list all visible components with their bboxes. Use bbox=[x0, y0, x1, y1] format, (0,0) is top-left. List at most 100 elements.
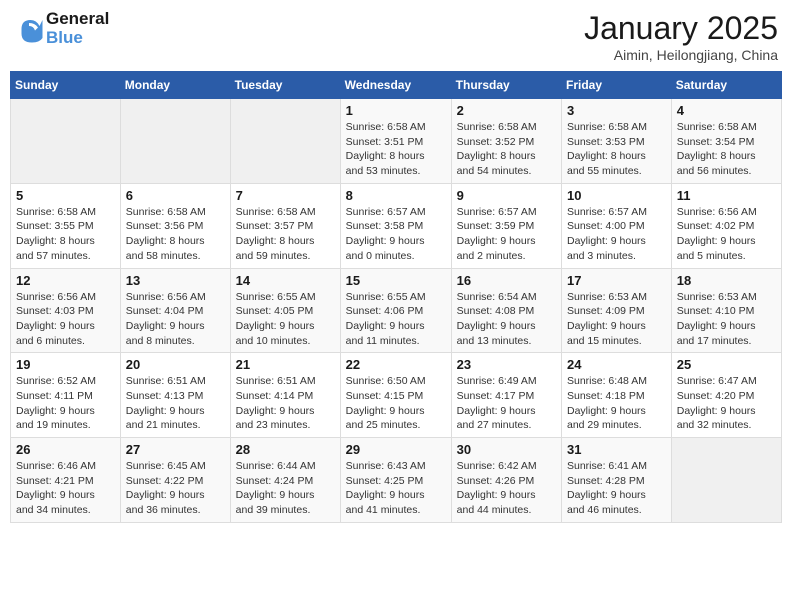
day-number: 26 bbox=[16, 442, 115, 457]
calendar-cell: 16Sunrise: 6:54 AM Sunset: 4:08 PM Dayli… bbox=[451, 268, 561, 353]
day-number: 19 bbox=[16, 357, 115, 372]
calendar-cell: 31 Sunrise: 6:41 AM Sunset: 4:28 PM Dayli… bbox=[562, 438, 672, 523]
calendar-cell: 3 Sunrise: 6:58 AM Sunset: 3:53 PM Daylig… bbox=[562, 99, 672, 184]
calendar-header-row: Sunday Monday Tuesday Wednesday Thursday… bbox=[11, 72, 782, 99]
day-info: Sunrise: 6:41 AM Sunset: 4:28 PM Dayligh… bbox=[567, 459, 666, 518]
calendar-cell bbox=[120, 99, 230, 184]
day-info: Sunrise: 6:58 AM Sunset: 3:57 PM Dayligh… bbox=[236, 205, 335, 264]
day-info: Sunrise: 6:58 AM Sunset: 3:52 PM Dayligh… bbox=[457, 120, 556, 179]
day-info: Sunrise: 6:56 AM Sunset: 4:03 PM Dayligh… bbox=[16, 290, 115, 349]
day-number: 28 bbox=[236, 442, 335, 457]
calendar-cell: 29 Sunrise: 6:43 AM Sunset: 4:25 PM Dayli… bbox=[340, 438, 451, 523]
calendar-week-row: 5 Sunrise: 6:58 AM Sunset: 3:55 PM Daylig… bbox=[11, 183, 782, 268]
calendar-cell: 28 Sunrise: 6:44 AM Sunset: 4:24 PM Dayli… bbox=[230, 438, 340, 523]
day-info: Sunrise: 6:45 AM Sunset: 4:22 PM Dayligh… bbox=[126, 459, 225, 518]
day-info: Sunrise: 6:48 AM Sunset: 4:18 PM Dayligh… bbox=[567, 374, 666, 433]
logo-text-line2: Blue bbox=[46, 29, 109, 48]
day-number: 22 bbox=[346, 357, 446, 372]
calendar-week-row: 26 Sunrise: 6:46 AM Sunset: 4:21 PM Dayli… bbox=[11, 438, 782, 523]
header-wednesday: Wednesday bbox=[340, 72, 451, 99]
day-number: 15 bbox=[346, 273, 446, 288]
day-number: 12 bbox=[16, 273, 115, 288]
calendar-cell: 21Sunrise: 6:51 AM Sunset: 4:14 PM Dayli… bbox=[230, 353, 340, 438]
day-info: Sunrise: 6:46 AM Sunset: 4:21 PM Dayligh… bbox=[16, 459, 115, 518]
day-info: Sunrise: 6:57 AM Sunset: 3:58 PM Dayligh… bbox=[346, 205, 446, 264]
logo-text-line1: General bbox=[46, 10, 109, 29]
day-info: Sunrise: 6:50 AM Sunset: 4:15 PM Dayligh… bbox=[346, 374, 446, 433]
calendar-cell: 23Sunrise: 6:49 AM Sunset: 4:17 PM Dayli… bbox=[451, 353, 561, 438]
calendar-week-row: 1Sunrise: 6:58 AM Sunset: 3:51 PM Daylig… bbox=[11, 99, 782, 184]
day-number: 5 bbox=[16, 188, 115, 203]
day-number: 7 bbox=[236, 188, 335, 203]
calendar-cell: 1Sunrise: 6:58 AM Sunset: 3:51 PM Daylig… bbox=[340, 99, 451, 184]
calendar-cell: 19 Sunrise: 6:52 AM Sunset: 4:11 PM Dayli… bbox=[11, 353, 121, 438]
day-info: Sunrise: 6:47 AM Sunset: 4:20 PM Dayligh… bbox=[677, 374, 776, 433]
calendar-cell: 24 Sunrise: 6:48 AM Sunset: 4:18 PM Dayli… bbox=[562, 353, 672, 438]
day-info: Sunrise: 6:58 AM Sunset: 3:55 PM Dayligh… bbox=[16, 205, 115, 264]
day-info: Sunrise: 6:55 AM Sunset: 4:05 PM Dayligh… bbox=[236, 290, 335, 349]
calendar-cell: 12 Sunrise: 6:56 AM Sunset: 4:03 PM Dayli… bbox=[11, 268, 121, 353]
day-number: 31 bbox=[567, 442, 666, 457]
day-number: 3 bbox=[567, 103, 666, 118]
day-info: Sunrise: 6:58 AM Sunset: 3:53 PM Dayligh… bbox=[567, 120, 666, 179]
day-number: 24 bbox=[567, 357, 666, 372]
calendar-cell bbox=[230, 99, 340, 184]
day-info: Sunrise: 6:58 AM Sunset: 3:56 PM Dayligh… bbox=[126, 205, 225, 264]
day-info: Sunrise: 6:51 AM Sunset: 4:13 PM Dayligh… bbox=[126, 374, 225, 433]
day-number: 29 bbox=[346, 442, 446, 457]
calendar-week-row: 19 Sunrise: 6:52 AM Sunset: 4:11 PM Dayli… bbox=[11, 353, 782, 438]
calendar-cell: 25 Sunrise: 6:47 AM Sunset: 4:20 PM Dayli… bbox=[671, 353, 781, 438]
day-info: Sunrise: 6:56 AM Sunset: 4:02 PM Dayligh… bbox=[677, 205, 776, 264]
header-thursday: Thursday bbox=[451, 72, 561, 99]
header-sunday: Sunday bbox=[11, 72, 121, 99]
day-info: Sunrise: 6:55 AM Sunset: 4:06 PM Dayligh… bbox=[346, 290, 446, 349]
day-number: 2 bbox=[457, 103, 556, 118]
day-info: Sunrise: 6:58 AM Sunset: 3:54 PM Dayligh… bbox=[677, 120, 776, 179]
day-number: 25 bbox=[677, 357, 776, 372]
day-info: Sunrise: 6:57 AM Sunset: 3:59 PM Dayligh… bbox=[457, 205, 556, 264]
header-tuesday: Tuesday bbox=[230, 72, 340, 99]
day-info: Sunrise: 6:53 AM Sunset: 4:10 PM Dayligh… bbox=[677, 290, 776, 349]
header-monday: Monday bbox=[120, 72, 230, 99]
calendar-cell: 2 Sunrise: 6:58 AM Sunset: 3:52 PM Daylig… bbox=[451, 99, 561, 184]
day-number: 8 bbox=[346, 188, 446, 203]
day-number: 10 bbox=[567, 188, 666, 203]
calendar-cell: 27 Sunrise: 6:45 AM Sunset: 4:22 PM Dayli… bbox=[120, 438, 230, 523]
calendar-cell: 4 Sunrise: 6:58 AM Sunset: 3:54 PM Daylig… bbox=[671, 99, 781, 184]
calendar-cell: 20 Sunrise: 6:51 AM Sunset: 4:13 PM Dayli… bbox=[120, 353, 230, 438]
calendar-cell: 10 Sunrise: 6:57 AM Sunset: 4:00 PM Dayli… bbox=[562, 183, 672, 268]
header-friday: Friday bbox=[562, 72, 672, 99]
calendar-table: Sunday Monday Tuesday Wednesday Thursday… bbox=[10, 71, 782, 523]
day-number: 14 bbox=[236, 273, 335, 288]
day-info: Sunrise: 6:43 AM Sunset: 4:25 PM Dayligh… bbox=[346, 459, 446, 518]
day-number: 11 bbox=[677, 188, 776, 203]
calendar-body: 1Sunrise: 6:58 AM Sunset: 3:51 PM Daylig… bbox=[11, 99, 782, 523]
day-number: 6 bbox=[126, 188, 225, 203]
calendar-cell: 14 Sunrise: 6:55 AM Sunset: 4:05 PM Dayli… bbox=[230, 268, 340, 353]
day-number: 30 bbox=[457, 442, 556, 457]
title-section: January 2025 Aimin, Heilongjiang, China bbox=[584, 10, 778, 63]
calendar-cell: 6 Sunrise: 6:58 AM Sunset: 3:56 PM Daylig… bbox=[120, 183, 230, 268]
day-info: Sunrise: 6:52 AM Sunset: 4:11 PM Dayligh… bbox=[16, 374, 115, 433]
calendar-cell: 8 Sunrise: 6:57 AM Sunset: 3:58 PM Daylig… bbox=[340, 183, 451, 268]
day-info: Sunrise: 6:57 AM Sunset: 4:00 PM Dayligh… bbox=[567, 205, 666, 264]
day-number: 4 bbox=[677, 103, 776, 118]
day-number: 20 bbox=[126, 357, 225, 372]
calendar-cell bbox=[11, 99, 121, 184]
location: Aimin, Heilongjiang, China bbox=[584, 47, 778, 63]
day-number: 27 bbox=[126, 442, 225, 457]
calendar-cell: 17Sunrise: 6:53 AM Sunset: 4:09 PM Dayli… bbox=[562, 268, 672, 353]
logo-icon bbox=[14, 14, 44, 44]
calendar-cell: 22 Sunrise: 6:50 AM Sunset: 4:15 PM Dayli… bbox=[340, 353, 451, 438]
day-number: 9 bbox=[457, 188, 556, 203]
day-info: Sunrise: 6:49 AM Sunset: 4:17 PM Dayligh… bbox=[457, 374, 556, 433]
calendar-cell: 9 Sunrise: 6:57 AM Sunset: 3:59 PM Daylig… bbox=[451, 183, 561, 268]
page-header: General Blue January 2025 Aimin, Heilong… bbox=[10, 10, 782, 63]
day-number: 21 bbox=[236, 357, 335, 372]
day-info: Sunrise: 6:44 AM Sunset: 4:24 PM Dayligh… bbox=[236, 459, 335, 518]
calendar-cell: 26 Sunrise: 6:46 AM Sunset: 4:21 PM Dayli… bbox=[11, 438, 121, 523]
day-info: Sunrise: 6:53 AM Sunset: 4:09 PM Dayligh… bbox=[567, 290, 666, 349]
day-number: 13 bbox=[126, 273, 225, 288]
day-info: Sunrise: 6:56 AM Sunset: 4:04 PM Dayligh… bbox=[126, 290, 225, 349]
day-info: Sunrise: 6:54 AM Sunset: 4:08 PM Dayligh… bbox=[457, 290, 556, 349]
